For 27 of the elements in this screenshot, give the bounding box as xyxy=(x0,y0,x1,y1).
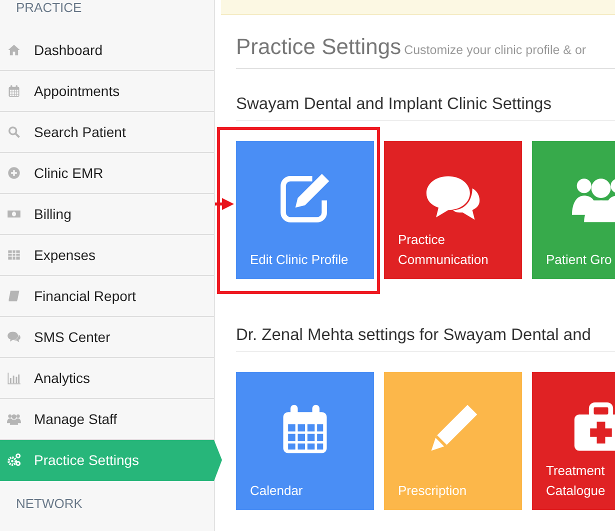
table-icon xyxy=(7,248,21,262)
sidebar-item[interactable]: Search Patient xyxy=(0,112,214,153)
sidebar-item[interactable]: Financial Report xyxy=(0,276,214,317)
home-icon xyxy=(7,43,21,57)
section-title: Dr. Zenal Mehta settings for Swayam Dental and xyxy=(236,326,615,352)
sidebar-item[interactable]: Appointments xyxy=(0,71,214,112)
page-subtitle: Customize your clinic profile & or xyxy=(404,43,586,57)
bar-chart-icon xyxy=(7,371,21,385)
sidebar-item[interactable]: Expenses xyxy=(0,235,214,276)
page-title: Practice Settings xyxy=(236,34,402,59)
people-icon xyxy=(7,412,21,426)
section-heading: NETWORK xyxy=(15,495,84,511)
chat-bubbles-icon xyxy=(7,330,21,344)
section-heading: PRACTICE xyxy=(15,0,83,17)
settings-tile[interactable]: Practice Communication xyxy=(384,141,522,279)
plus-circle-icon xyxy=(7,166,21,180)
search-icon xyxy=(7,125,21,139)
sidebar-item[interactable]: Billing xyxy=(0,194,214,235)
settings-tile[interactable]: Treatment Catalogue xyxy=(532,372,615,510)
sidebar-item[interactable]: Clinic EMR xyxy=(0,153,214,194)
gears-icon xyxy=(7,453,21,467)
book-icon xyxy=(7,289,21,303)
calendar-icon xyxy=(7,84,21,98)
sidebar-item[interactable]: Dashboard xyxy=(0,30,214,71)
sidebar-item[interactable]: SMS Center xyxy=(0,317,214,358)
section-title: Swayam Dental and Implant Clinic Settings xyxy=(236,95,615,121)
sidebar-item[interactable]: Analytics xyxy=(0,358,214,399)
